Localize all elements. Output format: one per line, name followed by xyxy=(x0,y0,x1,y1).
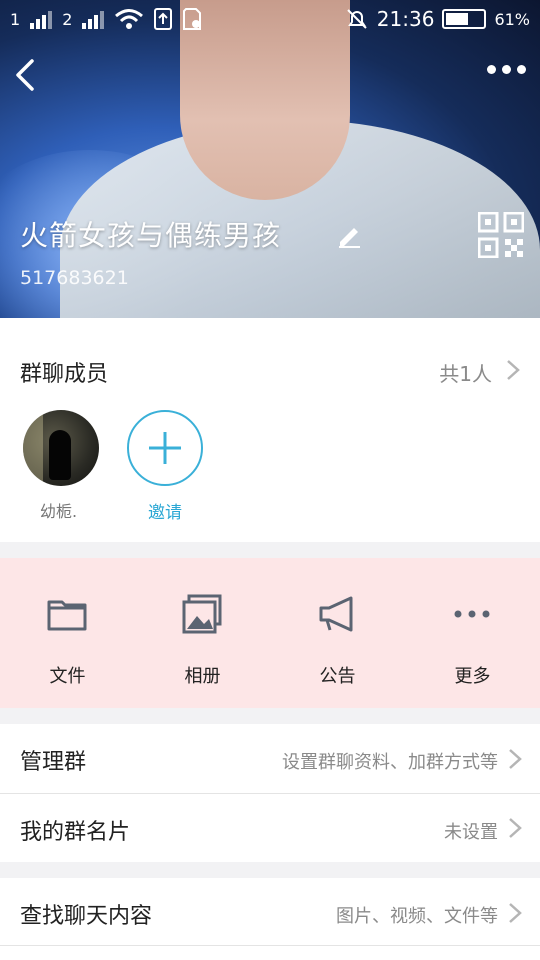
invite-button[interactable] xyxy=(127,410,203,486)
sd-card-icon xyxy=(183,8,202,30)
folder-icon xyxy=(47,600,87,631)
row-manage-group[interactable]: 管理群 设置群聊资料、加群方式等 xyxy=(0,724,540,794)
group-members-section: 群聊成员 共1人 幼栀. 邀请 xyxy=(0,318,540,542)
qr-code-icon[interactable] xyxy=(478,212,524,258)
action-files[interactable]: 文件 xyxy=(0,558,135,708)
upload-icon xyxy=(154,8,173,30)
row-group-card[interactable]: 我的群名片 未设置 xyxy=(0,794,540,862)
action-label: 更多 xyxy=(454,666,491,687)
battery-percent: 61% xyxy=(494,9,530,29)
row-title: 管理群 xyxy=(20,750,87,775)
invite-label[interactable]: 邀请 xyxy=(148,498,182,523)
divider xyxy=(0,945,540,946)
battery-icon xyxy=(442,9,487,29)
action-more[interactable]: 更多 xyxy=(405,558,540,708)
members-count[interactable]: 共1人 xyxy=(439,358,492,387)
row-value: 图片、视频、文件等 xyxy=(336,906,498,927)
megaphone-icon xyxy=(319,596,353,632)
edit-icon[interactable] xyxy=(336,222,362,248)
action-label: 公告 xyxy=(319,666,356,687)
row-value: 设置群聊资料、加群方式等 xyxy=(282,752,498,773)
chevron-right-icon xyxy=(509,903,522,923)
sim1-label: 1 xyxy=(10,9,21,29)
quick-actions-bar: 文件 相册 公告 更多 xyxy=(0,558,540,708)
row-search-chat[interactable]: 查找聊天内容 图片、视频、文件等 xyxy=(0,878,540,960)
sim2-label: 2 xyxy=(62,9,73,29)
member-avatar[interactable] xyxy=(23,410,99,486)
group-id: 517683621 xyxy=(20,267,129,289)
row-title: 我的群名片 xyxy=(20,820,131,845)
back-arrow-icon[interactable] xyxy=(10,55,40,95)
chevron-right-icon xyxy=(509,749,522,769)
action-album[interactable]: 相册 xyxy=(135,558,270,708)
row-value: 未设置 xyxy=(444,822,498,843)
photo-album-icon xyxy=(182,594,222,634)
plus-icon xyxy=(149,432,181,464)
group-header-banner: 1 2 21:36 61% 火箭女孩与偶练男孩 517683621 xyxy=(0,0,540,318)
wifi-icon xyxy=(115,9,144,29)
chevron-right-icon xyxy=(509,818,522,838)
more-options-icon[interactable] xyxy=(487,65,526,74)
signal-icon xyxy=(30,9,53,29)
member-name: 幼栀. xyxy=(40,502,78,521)
action-label: 相册 xyxy=(184,666,221,687)
action-label: 文件 xyxy=(49,666,86,687)
signal-icon xyxy=(82,9,105,29)
chevron-right-icon[interactable] xyxy=(506,359,520,381)
alarm-off-icon xyxy=(347,9,367,29)
status-bar: 1 2 21:36 61% xyxy=(0,0,540,38)
action-announcement[interactable]: 公告 xyxy=(270,558,405,708)
row-title: 查找聊天内容 xyxy=(20,904,153,929)
more-dots-icon xyxy=(454,610,490,618)
clock: 21:36 xyxy=(376,7,435,31)
group-name: 火箭女孩与偶练男孩 xyxy=(20,219,282,252)
battery-fill xyxy=(446,13,469,25)
members-title[interactable]: 群聊成员 xyxy=(20,356,108,388)
